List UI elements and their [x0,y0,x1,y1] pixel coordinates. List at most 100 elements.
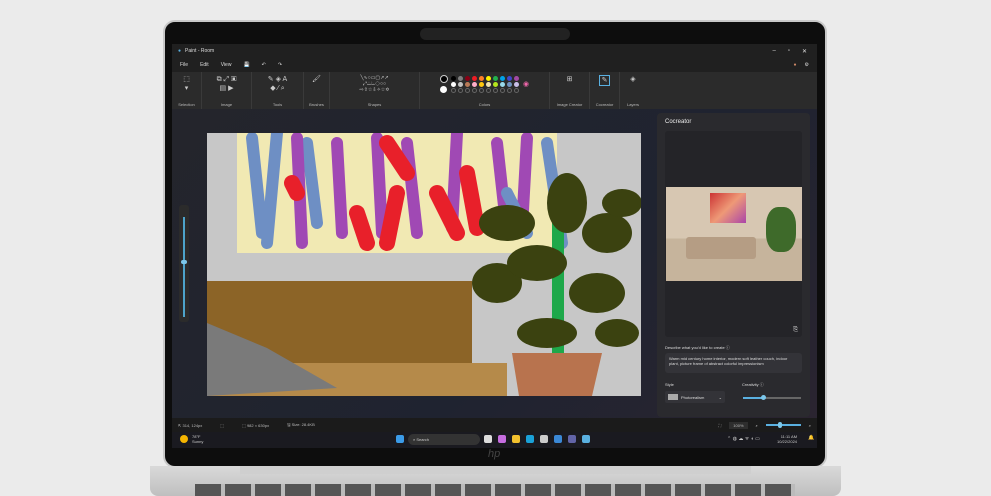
secondary-color[interactable] [439,86,447,93]
redo-icon[interactable]: ↷ [278,62,282,68]
tools-icons: ✎ ◈ A ◆ ⁄ ⌕ [267,76,288,92]
color-swatch[interactable] [464,81,470,87]
image-creator-button[interactable]: ⊞ Image Creator [550,72,590,109]
color-swatch[interactable] [485,75,491,81]
save-image-icon[interactable]: ⎘ [793,327,798,334]
selection-size-icon: ⬚ [220,422,225,428]
zoom-in-icon[interactable]: ⌕ [809,423,811,428]
settings-app-icon[interactable] [554,435,562,443]
file-size: 🖫 Size: 28.4KB [287,421,315,427]
save-icon[interactable]: 💾 [243,62,249,68]
color-swatch[interactable] [478,75,484,81]
weather-icon[interactable] [180,435,188,443]
custom-color-slot[interactable] [492,87,498,93]
settings-gear-icon[interactable]: ⚙ [805,62,809,68]
group-colors[interactable]: ◉ Colors [420,72,550,109]
color-swatch[interactable] [506,81,512,87]
copilot-icon[interactable] [498,435,506,443]
paint-app-icon: ● [178,48,182,54]
brush-size-slider[interactable] [179,205,189,322]
screen: ● Paint - Room – ▫ ✕ File Edit View 💾 ↶ … [172,44,817,448]
custom-color-slot[interactable] [485,87,491,93]
task-view-icon[interactable] [484,435,492,443]
workspace: Cocreator ⎘ Describe what you'd like to … [172,109,817,418]
shapes-icons: ╲∿○▭▢↗↗ ⤢△◺◇○○ ⇨⇧☆⇩✧☆✡ [359,75,390,93]
custom-color-slot[interactable] [513,87,519,93]
maximize-button[interactable]: ▫ [788,48,790,55]
edge-icon[interactable] [526,435,534,443]
color-swatch[interactable] [457,81,463,87]
color-swatch[interactable] [485,81,491,87]
cocreator-title: Cocreator [665,119,692,125]
zoom-out-icon[interactable]: ⌕ [756,423,758,428]
start-button[interactable] [396,435,404,443]
color-swatch[interactable] [450,75,456,81]
ribbon: ⬚ ▾ Selection ⧉ ⤢ ▣ ▤ ▶ Image ✎ ◈ A ◆ ⁄ ⌕ Tool… [172,72,817,109]
custom-color-slot[interactable] [471,87,477,93]
layers-button[interactable]: ◈ Layers [620,72,646,109]
color-swatch[interactable] [513,75,519,81]
fit-to-window-icon[interactable]: ⛶ [718,423,721,428]
status-bar: ⇱ 314, 124px ⬚ ⬚ 982 × 630px 🖫 Size: 28.… [172,418,817,432]
color-swatch[interactable] [513,81,519,87]
group-shapes[interactable]: ╲∿○▭▢↗↗ ⤢△◺◇○○ ⇨⇧☆⇩✧☆✡ Shapes [330,72,420,109]
minimize-button[interactable]: – [772,48,775,55]
taskbar: 78°F Sunny ⌕ Search ⌃ ◍ ☁ ᯤ ◖ ▭ 11:11 AM 1… [172,432,817,448]
color-swatch[interactable] [471,81,477,87]
color-swatch[interactable] [464,75,470,81]
generated-image[interactable] [666,187,802,281]
custom-color-slot[interactable] [450,87,456,93]
drawing [207,133,641,396]
system-tray-icons[interactable]: ⌃ ◍ ☁ ᯤ ◖ ▭ [727,436,760,442]
plant-pot [512,353,602,396]
prompt-input[interactable]: Warm mid century home interior, modern s… [665,353,802,373]
drawing-canvas[interactable] [207,133,641,396]
menu-file[interactable]: File [180,62,188,68]
color-swatch[interactable] [457,75,463,81]
custom-color-slot[interactable] [506,87,512,93]
image-creator-icon: ⊞ [566,76,573,83]
edit-colors-icon[interactable]: ◉ [523,80,529,88]
color-swatch[interactable] [506,75,512,81]
color-swatch[interactable] [492,81,498,87]
cocreator-button[interactable]: ✎ Cocreator [590,72,620,109]
group-tools[interactable]: ✎ ◈ A ◆ ⁄ ⌕ Tools [252,72,304,109]
color-swatch[interactable] [478,81,484,87]
store-icon[interactable] [540,435,548,443]
zoom-dropdown[interactable]: 100% [729,421,748,429]
color-swatch[interactable] [471,75,477,81]
color-swatch[interactable] [450,81,456,87]
undo-icon[interactable]: ↶ [262,62,266,68]
close-button[interactable]: ✕ [802,48,807,55]
taskbar-search[interactable]: ⌕ Search [408,434,480,445]
cocreator-panel: Cocreator ⎘ Describe what you'd like to … [657,113,810,417]
teams-icon[interactable] [568,435,576,443]
brush-icon: 🖌 [312,76,321,83]
custom-color-slot[interactable] [464,87,470,93]
notification-bell-icon[interactable]: 🔔 [808,435,814,441]
style-dropdown[interactable]: Photorealism ⌄ [665,391,725,403]
zoom-slider[interactable] [765,422,801,428]
group-image[interactable]: ⧉ ⤢ ▣ ▤ ▶ Image [202,72,252,109]
canvas-dimensions: ⬚ 982 × 630px [242,422,270,428]
describe-label: Describe what you'd like to create ⓘ [665,345,730,350]
paint-taskbar-icon[interactable] [582,435,590,443]
layers-icon: ◈ [630,76,636,83]
color-swatch[interactable] [499,81,505,87]
primary-color[interactable] [439,75,448,83]
cocreator-icon: ✎ [598,75,611,86]
group-brushes[interactable]: 🖌 Brushes [304,72,330,109]
custom-color-slot[interactable] [457,87,463,93]
color-swatch[interactable] [499,75,505,81]
clock[interactable]: 11:11 AM 10/22/2024 [777,434,797,444]
group-selection[interactable]: ⬚ ▾ Selection [172,72,202,109]
custom-color-slot[interactable] [478,87,484,93]
menu-view[interactable]: View [221,62,232,68]
file-explorer-icon[interactable] [512,435,520,443]
color-swatch[interactable] [492,75,498,81]
custom-color-slot[interactable] [499,87,505,93]
account-avatar[interactable]: ● [793,62,796,68]
creativity-slider[interactable] [743,395,801,400]
menu-edit[interactable]: Edit [200,62,209,68]
weather-widget[interactable]: 78°F Sunny [192,434,203,444]
